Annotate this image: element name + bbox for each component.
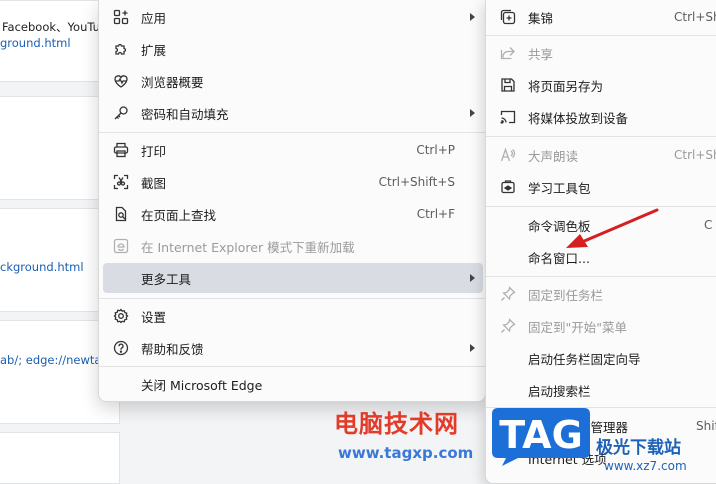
submenu-arrow-icon [470,274,475,282]
menu-item-print[interactable]: 打印 Ctrl+P [103,135,483,165]
submenu-item-label: 集锦 [528,10,554,26]
submenu-divider [486,35,716,36]
menu-item-label: 密码和自动填充 [141,106,229,122]
cast-icon [498,107,518,127]
watermark-site-name: 电脑技术网 [334,410,459,438]
puzzle-icon [111,39,131,59]
submenu-item-label: 启动搜索栏 [528,383,591,399]
pin-icon [498,284,518,304]
save-icon [498,75,518,95]
annotation-arrow [566,208,659,248]
submenu-item-share[interactable]: 共享 [490,38,716,68]
menu-item-label: 设置 [141,309,167,325]
menu-item-more-tools[interactable]: 更多工具 [103,263,483,293]
submenu-item-label: 大声朗读 [528,148,579,164]
submenu-item-label: 将媒体投放到设备 [528,110,629,126]
submenu-item-label: 学习工具包 [528,180,591,196]
menu-item-passwords[interactable]: 密码和自动填充 [103,98,483,128]
menu-item-apps[interactable]: 应用 [103,2,483,32]
learning-toolkit-icon [498,177,518,197]
apps-icon [111,7,131,27]
submenu-item-learning-toolkit[interactable]: 学习工具包 [490,172,716,202]
heartbeat-icon [111,71,131,91]
submenu-item-collections[interactable]: 集锦 Ctrl+Sh [490,2,716,32]
menu-item-screenshot[interactable]: 截图 Ctrl+Shift+S [103,167,483,197]
submenu-item-label: 启动任务栏固定向导 [528,351,641,367]
submenu-item-cast-media[interactable]: 将媒体投放到设备 [490,102,716,132]
shortcut-text: Ctrl+Sh [674,10,716,24]
menu-item-label: 打印 [141,143,167,159]
submenu-item-pin-start[interactable]: 固定到"开始"菜单 [490,311,716,341]
gear-icon [111,306,131,326]
shortcut-text: Ctrl+Sh [674,148,716,162]
submenu-item-search-bar[interactable]: 启动搜索栏 [490,375,716,405]
menu-item-label: 在页面上查找 [141,207,217,223]
menu-item-browser-essentials[interactable]: 浏览器概要 [103,66,483,96]
shortcut-text: Ctrl+Shift+S [378,175,455,189]
submenu-item-read-aloud[interactable]: 大声朗读 Ctrl+Sh [490,140,716,170]
submenu-arrow-icon [470,13,475,21]
card-link[interactable]: ckground.html [0,260,84,274]
submenu-item-pin-taskbar[interactable]: 固定到任务栏 [490,279,716,309]
shortcut-text: Ctrl+P [416,143,455,157]
card-text: Facebook、YouTu [2,20,100,34]
key-icon [111,103,131,123]
menu-item-label: 浏览器概要 [141,74,204,90]
shortcut-text: Ctrl+F [416,207,455,221]
watermark-site-url: www.tagxp.com [338,444,474,462]
shortcut-text: C [704,218,713,232]
tag-logo-text: TAG [499,413,583,457]
submenu-item-label: 共享 [528,46,554,62]
collections-icon [498,7,518,27]
submenu-arrow-icon [470,109,475,117]
content-card [0,432,120,484]
submenu-item-save-page[interactable]: 将页面另存为 [490,70,716,100]
find-icon [111,204,131,224]
submenu-divider [486,276,716,277]
tag-logo-icon: TAG [492,408,590,466]
menu-item-label: 应用 [141,10,167,26]
screenshot-icon [111,172,131,192]
menu-item-find-on-page[interactable]: 在页面上查找 Ctrl+F [103,199,483,229]
menu-divider [99,298,485,299]
card-link[interactable]: ab/; edge://newta [0,353,101,367]
submenu-divider [486,136,716,137]
menu-item-ie-mode[interactable]: 在 Internet Explorer 模式下重新加载 [103,231,483,261]
menu-divider [99,132,485,133]
menu-item-help[interactable]: 帮助和反馈 [103,333,483,363]
menu-item-close-edge[interactable]: 关闭 Microsoft Edge [103,369,483,399]
pin-icon [498,316,518,336]
menu-item-label: 帮助和反馈 [141,341,204,357]
help-icon [111,338,131,358]
share-icon [498,43,518,63]
ie-icon [111,236,131,256]
submenu-item-label: 将页面另存为 [528,78,604,94]
submenu-item-pin-wizard[interactable]: 启动任务栏固定向导 [490,343,716,373]
submenu-arrow-icon [470,344,475,352]
menu-item-label: 在 Internet Explorer 模式下重新加载 [141,239,355,255]
menu-item-settings[interactable]: 设置 [103,301,483,331]
menu-item-label: 更多工具 [141,271,192,287]
menu-item-label: 截图 [141,175,167,191]
card-link[interactable]: ground.html [0,36,71,50]
menu-item-extensions[interactable]: 扩展 [103,34,483,64]
watermark-brand-name: 极光下载站 [596,438,681,458]
printer-icon [111,140,131,160]
submenu-item-label: 固定到任务栏 [528,287,604,303]
submenu-item-label: 固定到"开始"菜单 [528,319,627,335]
menu-item-label: 关闭 Microsoft Edge [141,377,263,393]
read-aloud-icon [498,145,518,165]
watermark-brand-url: www.xz7.com [604,459,687,473]
menu-item-label: 扩展 [141,42,167,58]
menu-divider [99,366,485,367]
shortcut-text: Shif [696,419,716,433]
settings-menu: 应用 扩展 浏览器概要 密码和自动填充 打印 Ctrl+P 截图 Ctrl+Sh… [98,0,486,402]
